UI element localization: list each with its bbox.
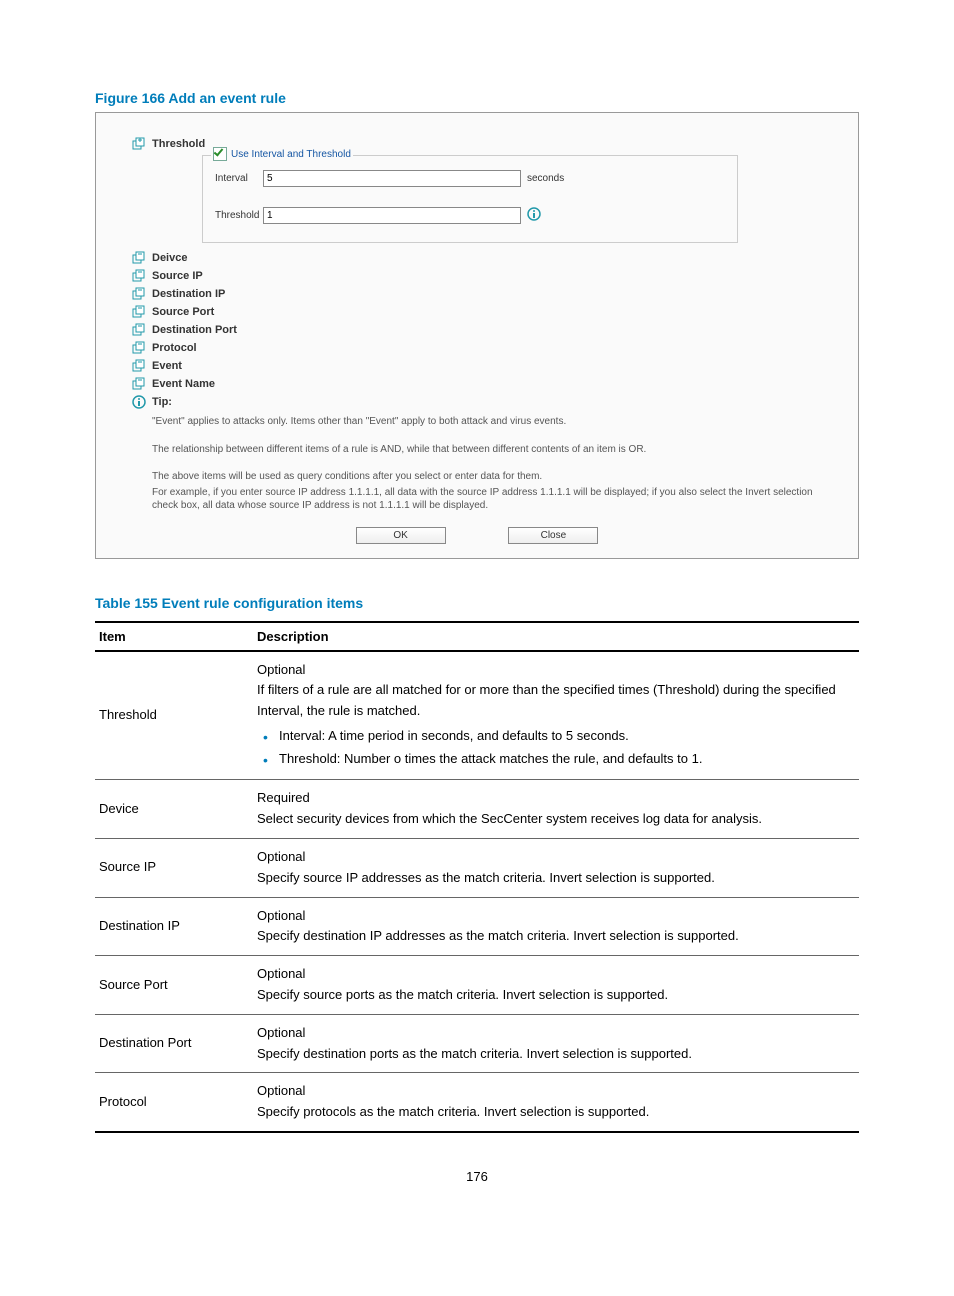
description-cell: OptionalSpecify protocols as the match c… <box>253 1073 859 1132</box>
description-cell: RequiredSelect security devices from whi… <box>253 780 859 839</box>
item-cell: Destination Port <box>95 1014 253 1073</box>
expand-icon <box>132 269 146 283</box>
description-line: Specify destination IP addresses as the … <box>257 926 855 947</box>
info-icon <box>132 395 146 409</box>
description-line: Specify source IP addresses as the match… <box>257 868 855 889</box>
source-port-label: Source Port <box>152 306 214 318</box>
page-number: 176 <box>95 1169 859 1184</box>
tip-text: The above items will be used as query co… <box>152 470 822 484</box>
item-cell: Destination IP <box>95 897 253 956</box>
protocol-label: Protocol <box>152 342 197 354</box>
table-row: ThresholdOptionalIf filters of a rule ar… <box>95 651 859 780</box>
item-cell: Source IP <box>95 839 253 898</box>
ok-button[interactable]: OK <box>356 527 446 544</box>
bullet-list: Interval: A time period in seconds, and … <box>257 726 855 770</box>
description-cell: OptionalSpecify destination IP addresses… <box>253 897 859 956</box>
expand-icon <box>132 341 146 355</box>
section-protocol[interactable]: Protocol <box>132 341 822 355</box>
expand-icon <box>132 377 146 391</box>
threshold-field-label: Threshold <box>215 210 263 221</box>
interval-unit: seconds <box>527 173 564 184</box>
description-cell: OptionalSpecify source ports as the matc… <box>253 956 859 1015</box>
item-cell: Device <box>95 780 253 839</box>
expand-icon <box>132 251 146 265</box>
expand-icon <box>132 359 146 373</box>
close-button[interactable]: Close <box>508 527 598 544</box>
table-row: Source PortOptionalSpecify source ports … <box>95 956 859 1015</box>
tip-text: For example, if you enter source IP addr… <box>152 486 822 513</box>
tip-text: "Event" applies to attacks only. Items o… <box>152 415 822 429</box>
item-cell: Source Port <box>95 956 253 1015</box>
description-line: Optional <box>257 964 855 985</box>
table-row: Destination PortOptionalSpecify destinat… <box>95 1014 859 1073</box>
column-header-item: Item <box>95 622 253 651</box>
tip-label: Tip: <box>152 396 172 408</box>
column-header-description: Description <box>253 622 859 651</box>
figure-box: Threshold Use Interval and Threshold Int… <box>95 112 859 559</box>
list-item: Interval: A time period in seconds, and … <box>257 726 855 747</box>
section-destination-ip[interactable]: Destination IP <box>132 287 822 301</box>
list-item: Threshold: Number o times the attack mat… <box>257 749 855 770</box>
threshold-label: Threshold <box>152 138 205 150</box>
section-event[interactable]: Event <box>132 359 822 373</box>
expand-icon <box>132 287 146 301</box>
destination-ip-label: Destination IP <box>152 288 225 300</box>
description-cell: OptionalSpecify destination ports as the… <box>253 1014 859 1073</box>
source-ip-label: Source IP <box>152 270 203 282</box>
tip-block: "Event" applies to attacks only. Items o… <box>152 415 822 513</box>
description-line: Optional <box>257 906 855 927</box>
interval-label: Interval <box>215 173 263 184</box>
event-label: Event <box>152 360 182 372</box>
tip-row: Tip: <box>132 395 822 409</box>
description-line: Specify protocols as the match criteria.… <box>257 1102 855 1123</box>
section-source-port[interactable]: Source Port <box>132 305 822 319</box>
threshold-input[interactable] <box>263 207 521 224</box>
use-interval-label: Use Interval and Threshold <box>231 149 351 160</box>
expand-icon <box>132 323 146 337</box>
description-cell: OptionalIf filters of a rule are all mat… <box>253 651 859 780</box>
description-line: Select security devices from which the S… <box>257 809 855 830</box>
item-cell: Protocol <box>95 1073 253 1132</box>
table-row: DeviceRequiredSelect security devices fr… <box>95 780 859 839</box>
interval-input[interactable] <box>263 170 521 187</box>
description-line: Specify source ports as the match criter… <box>257 985 855 1006</box>
description-line: Optional <box>257 847 855 868</box>
config-table: Item Description ThresholdOptionalIf fil… <box>95 621 859 1134</box>
section-device[interactable]: Deivce <box>132 251 822 265</box>
section-event-name[interactable]: Event Name <box>132 377 822 391</box>
table-title: Table 155 Event rule configuration items <box>95 595 859 611</box>
description-line: Optional <box>257 1081 855 1102</box>
table-row: Destination IPOptionalSpecify destinatio… <box>95 897 859 956</box>
description-line: Specify destination ports as the match c… <box>257 1044 855 1065</box>
section-source-ip[interactable]: Source IP <box>132 269 822 283</box>
description-line: If filters of a rule are all matched for… <box>257 680 855 722</box>
description-line: Required <box>257 788 855 809</box>
expand-icon <box>132 305 146 319</box>
figure-title: Figure 166 Add an event rule <box>95 90 859 106</box>
destination-port-label: Destination Port <box>152 324 237 336</box>
device-label: Deivce <box>152 252 187 264</box>
section-destination-port[interactable]: Destination Port <box>132 323 822 337</box>
description-line: Optional <box>257 1023 855 1044</box>
expand-icon <box>132 137 146 151</box>
description-cell: OptionalSpecify source IP addresses as t… <box>253 839 859 898</box>
event-name-label: Event Name <box>152 378 215 390</box>
use-interval-checkbox[interactable] <box>213 147 227 161</box>
interval-threshold-fieldset: Use Interval and Threshold Interval seco… <box>202 155 738 243</box>
item-cell: Threshold <box>95 651 253 780</box>
info-icon[interactable] <box>527 207 541 224</box>
table-row: Source IPOptionalSpecify source IP addre… <box>95 839 859 898</box>
table-row: ProtocolOptionalSpecify protocols as the… <box>95 1073 859 1132</box>
tip-text: The relationship between different items… <box>152 443 822 457</box>
description-line: Optional <box>257 660 855 681</box>
